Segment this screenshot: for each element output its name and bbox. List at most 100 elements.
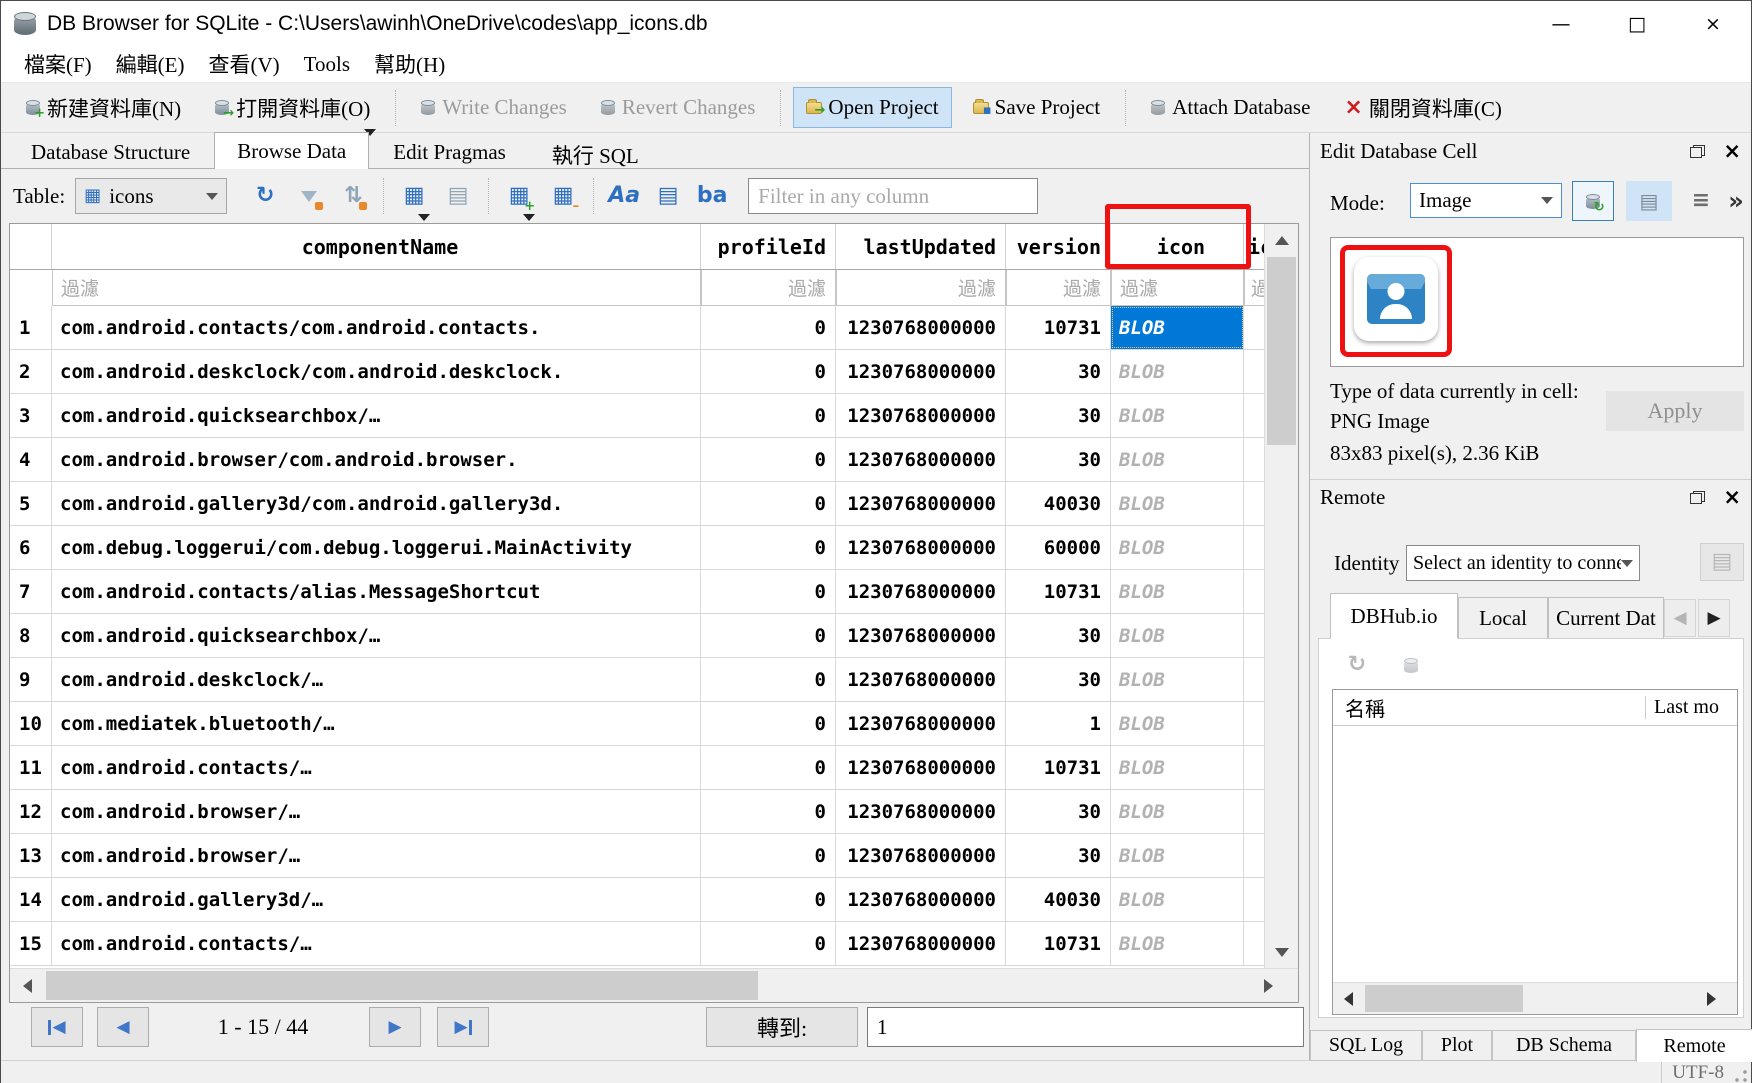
apply-button[interactable]: Apply [1606,391,1744,431]
horizontal-scrollbar[interactable] [10,968,1298,1002]
maximize-button[interactable]: □ [1599,1,1675,46]
row-number[interactable]: 10 [10,702,52,745]
row-number[interactable]: 2 [10,350,52,393]
cell-componentName[interactable]: com.android.browser/… [52,834,701,877]
cell-icon[interactable]: BLOB [1111,438,1244,481]
cell-version[interactable]: 10731 [1006,746,1111,789]
close-button[interactable]: × [1675,1,1751,46]
mode-select[interactable]: Image [1410,183,1562,218]
cell-version[interactable]: 40030 [1006,482,1111,525]
cell-componentName[interactable]: com.android.contacts/… [52,922,701,965]
scroll-left-button[interactable] [1333,983,1363,1015]
cell-lastUpdated[interactable]: 1230768000000 [836,746,1006,789]
delete-record-button[interactable]: ▦– [541,177,585,215]
cell-partial[interactable] [1244,658,1264,701]
cell-partial[interactable] [1244,790,1264,833]
cell-partial[interactable] [1244,350,1264,393]
cell-componentName[interactable]: com.android.deskclock/com.android.deskcl… [52,350,701,393]
cell-icon[interactable]: BLOB [1111,878,1244,921]
cell-profileId[interactable]: 0 [701,526,836,569]
cell-profileId[interactable]: 0 [701,350,836,393]
cell-componentName[interactable]: com.android.browser/com.android.browser. [52,438,701,481]
remote-tab-dbhub[interactable]: DBHub.io [1330,593,1458,639]
write-changes-button[interactable]: Write Changes [408,87,580,128]
cell-version[interactable]: 60000 [1006,526,1111,569]
cell-icon[interactable]: BLOB [1111,482,1244,525]
undock-icon[interactable] [1690,145,1705,158]
remote-hscrollbar-thumb[interactable] [1365,985,1523,1012]
scroll-down-button[interactable] [1265,936,1299,968]
cell-version[interactable]: 40030 [1006,878,1111,921]
cell-partial[interactable] [1244,614,1264,657]
identity-select[interactable]: Select an identity to conne [1406,545,1640,581]
cell-icon[interactable]: BLOB [1111,834,1244,877]
save-results-dropdown-icon[interactable] [418,214,430,221]
cell-version[interactable]: 10731 [1006,922,1111,965]
row-number[interactable]: 15 [10,922,52,965]
clear-sort-button[interactable]: ⇅ [331,177,375,215]
cell-partial[interactable] [1244,394,1264,437]
cell-profileId[interactable]: 0 [701,570,836,613]
cell-partial[interactable] [1244,834,1264,877]
menu-edit[interactable]: 編輯(E) [105,47,196,81]
tab-database-structure[interactable]: Database Structure [9,135,212,168]
cell-version[interactable]: 1 [1006,702,1111,745]
cell-profileId[interactable]: 0 [701,790,836,833]
tab-execute-sql[interactable]: 執行 SQL [530,135,661,168]
cell-version[interactable]: 30 [1006,614,1111,657]
cell-icon[interactable]: BLOB [1111,614,1244,657]
cell-componentName[interactable]: com.android.contacts/alias.MessageShortc… [52,570,701,613]
row-number[interactable]: 11 [10,746,52,789]
cell-lastUpdated[interactable]: 1230768000000 [836,834,1006,877]
encoding-indicator[interactable]: UTF-8 [1661,1061,1734,1083]
minimize-button[interactable]: — [1523,1,1599,46]
print-button[interactable]: ▤ [436,177,480,215]
remote-list-header-name[interactable]: 名稱 [1333,693,1645,722]
menu-help[interactable]: 幫助(H) [363,47,456,81]
filter-profileId[interactable]: 過濾 [701,270,836,306]
undock-icon[interactable] [1690,491,1705,504]
menu-view[interactable]: 查看(V) [198,47,291,81]
vertical-scrollbar-thumb[interactable] [1267,257,1296,445]
cell-lastUpdated[interactable]: 1230768000000 [836,702,1006,745]
cell-profileId[interactable]: 0 [701,306,836,349]
cell-componentName[interactable]: com.android.browser/… [52,790,701,833]
import-data-button[interactable]: ↻ [1572,181,1614,221]
header-profileId[interactable]: profileId [701,224,836,269]
cell-lastUpdated[interactable]: 1230768000000 [836,922,1006,965]
remote-refresh-button[interactable]: ↻ [1340,649,1374,681]
row-number[interactable]: 4 [10,438,52,481]
remote-list-hscrollbar[interactable] [1333,982,1737,1014]
dock-tab-sql-log[interactable]: SQL Log [1310,1030,1422,1061]
cell-partial[interactable] [1244,746,1264,789]
cell-partial[interactable] [1244,438,1264,481]
cell-icon[interactable]: BLOB [1111,526,1244,569]
cell-lastUpdated[interactable]: 1230768000000 [836,526,1006,569]
filter-icon-col[interactable]: 過濾 [1111,270,1244,306]
cell-profileId[interactable]: 0 [701,394,836,437]
next-record-button[interactable]: ▶ [369,1007,421,1047]
cell-componentName[interactable]: com.android.quicksearchbox/… [52,614,701,657]
cell-lastUpdated[interactable]: 1230768000000 [836,394,1006,437]
open-project-button[interactable]: → Open Project [793,87,951,128]
cell-version[interactable]: 30 [1006,658,1111,701]
cell-version[interactable]: 10731 [1006,570,1111,613]
cell-icon[interactable]: BLOB [1111,702,1244,745]
header-componentName[interactable]: componentName [52,224,701,269]
close-panel-icon[interactable]: × [1723,141,1741,162]
remote-tab-current-db[interactable]: Current Dat [1548,597,1664,639]
cell-componentName[interactable]: com.android.gallery3d/… [52,878,701,921]
row-number[interactable]: 9 [10,658,52,701]
condensed-mode-button[interactable]: ba [690,177,734,215]
cell-profileId[interactable]: 0 [701,834,836,877]
first-record-button[interactable]: ◀ [31,1007,83,1047]
cell-icon[interactable]: BLOB [1111,922,1244,965]
cell-version[interactable]: 30 [1006,394,1111,437]
cell-lastUpdated[interactable]: 1230768000000 [836,350,1006,393]
row-number[interactable]: 1 [10,306,52,349]
cell-partial[interactable] [1244,878,1264,921]
cell-icon[interactable]: BLOB [1111,790,1244,833]
cell-icon[interactable]: BLOB [1111,394,1244,437]
cell-profileId[interactable]: 0 [701,746,836,789]
cell-partial[interactable] [1244,702,1264,745]
